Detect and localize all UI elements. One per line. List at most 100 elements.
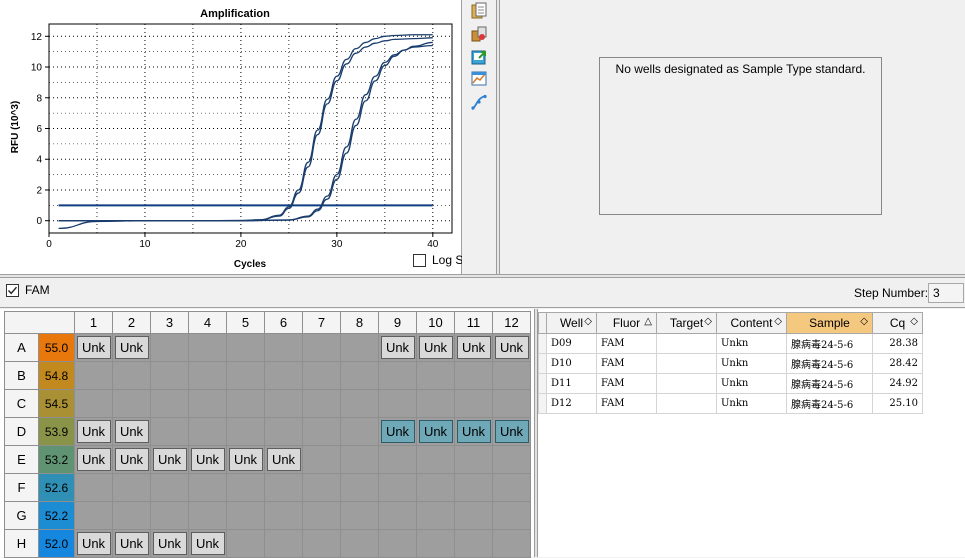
plate-well[interactable]: [302, 333, 341, 362]
plate-well[interactable]: [264, 389, 303, 418]
plate-well[interactable]: Unk: [74, 333, 113, 362]
plate-well[interactable]: [492, 473, 531, 502]
plate-well[interactable]: [112, 473, 151, 502]
plate-well[interactable]: [492, 445, 531, 474]
plate-well[interactable]: [416, 389, 455, 418]
plate-well[interactable]: Unk: [74, 445, 113, 474]
plate-well[interactable]: Unk: [378, 417, 417, 446]
curve-icon[interactable]: [470, 93, 488, 111]
plate-well[interactable]: [378, 389, 417, 418]
plate-well[interactable]: [150, 417, 189, 446]
plate-well[interactable]: [454, 529, 493, 558]
plate-well[interactable]: [302, 389, 341, 418]
well-sample-type[interactable]: Unk: [190, 448, 225, 471]
well-sample-type[interactable]: Unk: [76, 336, 111, 359]
plate-column-header[interactable]: 2: [112, 311, 151, 334]
plate-well[interactable]: [188, 473, 227, 502]
zoom-icon[interactable]: [470, 70, 488, 88]
properties-icon[interactable]: [470, 25, 488, 43]
column-header-well[interactable]: Well ◇: [546, 312, 597, 334]
plate-column-header[interactable]: 9: [378, 311, 417, 334]
plate-well[interactable]: [264, 473, 303, 502]
plate-well[interactable]: [150, 333, 189, 362]
plate-column-header[interactable]: 3: [150, 311, 189, 334]
sort-icon[interactable]: ◇: [860, 316, 868, 327]
plate-well[interactable]: [340, 389, 379, 418]
plate-column-header[interactable]: 12: [492, 311, 531, 334]
plate-well[interactable]: Unk: [454, 333, 493, 362]
well-sample-type[interactable]: Unk: [114, 532, 149, 555]
plate-column-header[interactable]: 11: [454, 311, 493, 334]
plate-well[interactable]: [226, 389, 265, 418]
plate-well[interactable]: [340, 417, 379, 446]
plate-well[interactable]: [150, 501, 189, 530]
sort-icon[interactable]: ◇: [774, 316, 782, 327]
column-header-sample[interactable]: Sample ◇: [786, 312, 873, 334]
plate-well[interactable]: [492, 529, 531, 558]
plate-column-header[interactable]: 1: [74, 311, 113, 334]
well-sample-type[interactable]: Unk: [456, 336, 491, 359]
well-sample-type[interactable]: Unk: [456, 420, 491, 443]
plate-well[interactable]: [416, 361, 455, 390]
column-header-target[interactable]: Target ◇: [656, 312, 717, 334]
plate-row-header[interactable]: F: [4, 473, 39, 502]
plate-column-header[interactable]: 10: [416, 311, 455, 334]
plate-well[interactable]: Unk: [416, 417, 455, 446]
column-header-fluor[interactable]: Fluor △: [596, 312, 657, 334]
plate-well[interactable]: [492, 389, 531, 418]
sort-icon[interactable]: ◇: [584, 316, 592, 327]
plate-column-header[interactable]: 7: [302, 311, 341, 334]
plate-well[interactable]: [302, 417, 341, 446]
well-sample-type[interactable]: Unk: [494, 420, 529, 443]
plate-well[interactable]: [340, 529, 379, 558]
plate-well[interactable]: Unk: [492, 333, 531, 362]
plate-well[interactable]: [226, 473, 265, 502]
plate-well[interactable]: [150, 361, 189, 390]
plate-well[interactable]: [378, 529, 417, 558]
plate-well[interactable]: [454, 445, 493, 474]
plate-well[interactable]: Unk: [112, 445, 151, 474]
plate-well[interactable]: [454, 389, 493, 418]
plate-well[interactable]: Unk: [74, 417, 113, 446]
plate-well[interactable]: [416, 501, 455, 530]
plate-well[interactable]: [340, 501, 379, 530]
plate-well[interactable]: [454, 501, 493, 530]
plate-well[interactable]: Unk: [226, 445, 265, 474]
plate-well[interactable]: Unk: [188, 529, 227, 558]
well-sample-type[interactable]: Unk: [152, 532, 187, 555]
plate-well[interactable]: [454, 361, 493, 390]
sort-icon[interactable]: △: [644, 316, 652, 327]
row-selector[interactable]: [538, 333, 547, 354]
well-sample-type[interactable]: Unk: [380, 336, 415, 359]
table-row[interactable]: D11 FAM Unkn 腺病毒24-5-6 24.92: [538, 373, 923, 394]
plate-column-header[interactable]: 4: [188, 311, 227, 334]
export-icon[interactable]: [470, 48, 488, 66]
well-sample-type[interactable]: Unk: [266, 448, 301, 471]
plate-well[interactable]: Unk: [264, 445, 303, 474]
column-header-content[interactable]: Content ◇: [716, 312, 787, 334]
row-selector[interactable]: [538, 373, 547, 394]
plate-well[interactable]: [416, 529, 455, 558]
plate-well[interactable]: [74, 501, 113, 530]
plate-well[interactable]: Unk: [150, 529, 189, 558]
copy-icon[interactable]: [470, 2, 488, 20]
plate-corner[interactable]: [4, 311, 75, 334]
plate-well[interactable]: Unk: [188, 445, 227, 474]
plate-well[interactable]: Unk: [150, 445, 189, 474]
plate-well[interactable]: [74, 361, 113, 390]
plate-row-header[interactable]: A: [4, 333, 39, 362]
plate-column-header[interactable]: 6: [264, 311, 303, 334]
plate-well[interactable]: [112, 361, 151, 390]
plate-well[interactable]: [302, 473, 341, 502]
plate-well[interactable]: [492, 361, 531, 390]
plate-well[interactable]: [112, 501, 151, 530]
well-sample-type[interactable]: Unk: [380, 420, 415, 443]
plate-well[interactable]: Unk: [492, 417, 531, 446]
well-sample-type[interactable]: Unk: [76, 420, 111, 443]
well-sample-type[interactable]: Unk: [76, 532, 111, 555]
plate-row-header[interactable]: H: [4, 529, 39, 558]
plate-well[interactable]: [416, 445, 455, 474]
sort-icon[interactable]: ◇: [910, 316, 918, 327]
plate-row-header[interactable]: D: [4, 417, 39, 446]
plate-well[interactable]: [454, 473, 493, 502]
